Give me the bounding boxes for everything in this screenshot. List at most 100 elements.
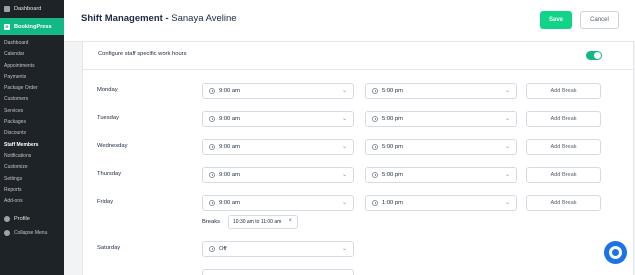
sidebar-item-calendar[interactable]: Calendar <box>0 49 64 60</box>
day-row-thursday: Thursday 9:00 am ⌄ 5:00 pm ⌄ Add Break <box>83 167 633 183</box>
sidebar-item-add-ons[interactable]: Add-ons <box>0 196 64 207</box>
configure-work-hours-label: Configure staff specific work hours <box>98 51 187 57</box>
sunday-status-select[interactable] <box>202 269 354 275</box>
sidebar-item-customize[interactable]: Customize <box>0 162 64 173</box>
chevron-down-icon: ⌄ <box>504 88 510 94</box>
chevron-down-icon: ⌄ <box>504 200 510 206</box>
day-row-saturday: Saturday Off ⌄ <box>83 241 633 257</box>
clock-icon <box>209 144 215 150</box>
start-time-value: 9:00 am <box>219 88 240 94</box>
start-time-value: 9:00 am <box>219 144 240 150</box>
sidebar-bookingpress-label: BookingPress <box>14 23 52 30</box>
break-chip[interactable]: 10:30 am to 11:00 am × <box>228 215 298 229</box>
clock-icon <box>372 200 378 206</box>
day-label: Friday <box>97 199 114 205</box>
clock-icon <box>209 116 215 122</box>
cancel-button[interactable]: Cancel <box>580 11 619 29</box>
admin-sidebar: Dashboard B BookingPress Dashboard Calen… <box>0 0 68 275</box>
sidebar-bookingpress[interactable]: B BookingPress <box>0 18 68 35</box>
sidebar-item-settings[interactable]: Settings <box>0 174 64 185</box>
collapse-menu-label: Collapse Menu <box>14 230 48 236</box>
end-time-select[interactable]: 5:00 pm ⌄ <box>365 139 517 155</box>
page-title-separator: - <box>162 13 172 24</box>
day-label: Wednesday <box>97 143 128 149</box>
sidebar-dashboard[interactable]: Dashboard <box>0 0 64 18</box>
chevron-down-icon: ⌄ <box>341 144 347 150</box>
saturday-status-value: Off <box>219 246 227 252</box>
sidebar-submenu: Dashboard Calendar Appointments Payments… <box>0 35 64 207</box>
configure-work-hours-toggle[interactable] <box>586 51 602 60</box>
start-time-select[interactable]: 9:00 am ⌄ <box>202 139 354 155</box>
add-break-button[interactable]: Add Break <box>526 111 601 127</box>
sidebar-item-appointments[interactable]: Appointments <box>0 61 64 72</box>
sidebar-item-discounts[interactable]: Discounts <box>0 128 64 139</box>
dashboard-icon <box>4 6 10 12</box>
page-header: Shift Management - Sanaya Aveline Save C… <box>64 0 635 42</box>
day-label: Monday <box>97 87 118 93</box>
sidebar-item-notifications[interactable]: Notifications <box>0 151 64 162</box>
clock-icon <box>209 246 215 252</box>
day-row-wednesday: Wednesday 9:00 am ⌄ 5:00 pm ⌄ Add Break <box>83 139 633 155</box>
toggle-knob <box>594 52 601 59</box>
end-time-select[interactable]: 5:00 pm ⌄ <box>365 111 517 127</box>
end-time-value: 5:00 pm <box>382 116 403 122</box>
clock-icon <box>209 200 215 206</box>
day-row-monday: Monday 9:00 am ⌄ 5:00 pm ⌄ Add Break <box>83 83 633 99</box>
end-time-value: 5:00 pm <box>382 88 403 94</box>
start-time-value: 9:00 am <box>219 200 240 206</box>
sidebar-profile[interactable]: Profile <box>0 212 30 225</box>
add-break-button[interactable]: Add Break <box>526 167 601 183</box>
start-time-select[interactable]: 9:00 am ⌄ <box>202 167 354 183</box>
end-time-value: 5:00 pm <box>382 172 403 178</box>
day-label: Tuesday <box>97 115 120 121</box>
chevron-down-icon: ⌄ <box>504 144 510 150</box>
end-time-value: 1:00 pm <box>382 200 403 206</box>
sidebar-item-packages[interactable]: Packages <box>0 117 64 128</box>
clock-icon <box>209 88 215 94</box>
day-row-friday: Friday 9:00 am ⌄ 1:00 pm ⌄ Add Break <box>83 195 633 211</box>
sidebar-item-services[interactable]: Services <box>0 106 64 117</box>
chevron-down-icon: ⌄ <box>504 172 510 178</box>
start-time-select[interactable]: 9:00 am ⌄ <box>202 195 354 211</box>
sidebar-item-payments[interactable]: Payments <box>0 72 64 83</box>
sidebar-dashboard-label: Dashboard <box>14 6 42 12</box>
clock-icon <box>372 144 378 150</box>
start-time-value: 9:00 am <box>219 116 240 122</box>
chevron-down-icon: ⌄ <box>341 246 347 252</box>
add-break-button[interactable]: Add Break <box>526 139 601 155</box>
end-time-select[interactable]: 1:00 pm ⌄ <box>365 195 517 211</box>
sidebar-item-staff-members[interactable]: Staff Members <box>0 140 64 151</box>
sidebar-item-dashboard[interactable]: Dashboard <box>0 38 64 49</box>
end-time-select[interactable]: 5:00 pm ⌄ <box>365 167 517 183</box>
chevron-down-icon: ⌄ <box>341 88 347 94</box>
day-row-tuesday: Tuesday 9:00 am ⌄ 5:00 pm ⌄ Add Break <box>83 111 633 127</box>
breaks-label: Breaks <box>202 219 221 225</box>
shift-panel: Configure staff specific work hours Mond… <box>82 42 634 275</box>
page-title-staff-name: Sanaya Aveline <box>171 13 237 24</box>
help-chat-button[interactable] <box>604 241 627 264</box>
chevron-down-icon: ⌄ <box>504 116 510 122</box>
sidebar-item-package-order[interactable]: Package Order <box>0 83 64 94</box>
day-label: Saturday <box>97 245 121 251</box>
clock-icon <box>372 172 378 178</box>
save-button[interactable]: Save <box>540 11 572 29</box>
day-label: Thursday <box>97 171 122 177</box>
configure-work-hours-row: Configure staff specific work hours <box>83 42 633 70</box>
clock-icon <box>209 172 215 178</box>
sidebar-item-reports[interactable]: Reports <box>0 185 64 196</box>
close-icon[interactable]: × <box>288 218 292 224</box>
chevron-down-icon: ⌄ <box>341 200 347 206</box>
start-time-select[interactable]: 9:00 am ⌄ <box>202 111 354 127</box>
collapse-menu-button[interactable]: Collapse Menu <box>0 227 47 239</box>
user-icon <box>4 215 10 222</box>
sidebar-profile-label: Profile <box>14 215 30 222</box>
sidebar-item-customers[interactable]: Customers <box>0 94 64 105</box>
saturday-status-select[interactable]: Off ⌄ <box>202 241 354 257</box>
add-break-button[interactable]: Add Break <box>526 195 601 211</box>
add-break-button[interactable]: Add Break <box>526 83 601 99</box>
bookingpress-icon: B <box>4 23 10 30</box>
start-time-select[interactable]: 9:00 am ⌄ <box>202 83 354 99</box>
lifebuoy-icon <box>609 246 622 259</box>
break-chip-label: 10:30 am to 11:00 am <box>233 219 282 225</box>
end-time-select[interactable]: 5:00 pm ⌄ <box>365 83 517 99</box>
